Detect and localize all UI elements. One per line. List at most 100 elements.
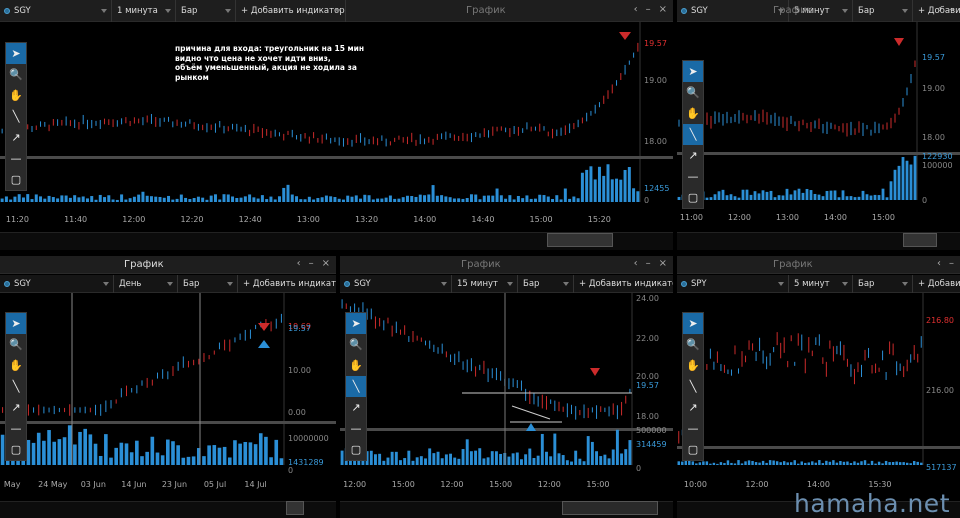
hand-tool-icon[interactable]: ✋ (683, 355, 703, 376)
panel-3-toolbar[interactable]: SGY День Бар + Добавить индикатор (0, 275, 336, 293)
volume-bar (863, 460, 867, 465)
add-indicator-button[interactable]: + Добавить (913, 275, 960, 293)
rectangle-tool-icon[interactable]: ▢ (6, 439, 26, 460)
price-chart[interactable]: 10:00 12:00 14:00 15:30 (677, 293, 960, 518)
arrow-tool-icon[interactable]: ↗ (683, 397, 703, 418)
symbol-selector[interactable]: SGY (0, 0, 112, 22)
timeframe-selector[interactable]: 1 минута (112, 0, 176, 22)
volume-bar (628, 440, 632, 465)
minimize-icon[interactable]: – (949, 258, 954, 269)
back-icon[interactable]: ‹ (634, 258, 638, 269)
horizontal-line-tool-icon[interactable]: — (346, 418, 366, 439)
close-icon[interactable]: × (322, 258, 330, 269)
panel-4-titlebar[interactable]: График ‹ – × (340, 256, 673, 274)
chart-panel-1: SGY 1 минута Бар + Добавить индикатор Гр… (0, 0, 673, 252)
hand-tool-icon[interactable]: ✋ (346, 355, 366, 376)
line-tool-icon[interactable]: ╲ (6, 376, 26, 397)
zoom-tool-icon[interactable]: 🔍 (6, 64, 26, 85)
minimize-icon[interactable]: – (646, 258, 651, 269)
price-chart[interactable]: 11:00 12:00 13:00 14:00 15:00 (677, 22, 960, 252)
pointer-tool-icon[interactable]: ➤ (683, 313, 703, 334)
back-icon[interactable]: ‹ (634, 4, 638, 15)
line-tool-icon[interactable]: ╲ (683, 376, 703, 397)
volume-bar (273, 199, 277, 202)
volume-bar (9, 199, 13, 202)
zoom-tool-icon[interactable]: 🔍 (6, 334, 26, 355)
volume-bar (884, 460, 888, 465)
volume-bar (624, 449, 628, 465)
panel-2-titlebar[interactable]: SGY 5 минут Бар + Добавить График ‹– (677, 0, 960, 22)
minimize-icon[interactable]: – (309, 258, 314, 269)
back-icon[interactable]: ‹ (937, 258, 941, 269)
timeframe-selector[interactable]: День (114, 275, 178, 293)
symbol-selector[interactable]: SGY (0, 275, 114, 293)
minimize-icon[interactable]: – (646, 4, 651, 15)
arrow-tool-icon[interactable]: ↗ (683, 145, 703, 166)
add-indicator-button[interactable]: + Добавить индикатор (238, 275, 336, 293)
symbol-selector[interactable]: SGY (340, 275, 452, 293)
arrow-tool-icon[interactable]: ↗ (6, 397, 26, 418)
minimize-icon[interactable]: – (949, 4, 954, 15)
chart-type-selector[interactable]: Бар (178, 275, 238, 293)
chart-type-selector[interactable]: Бар (853, 0, 913, 22)
chart-type-selector[interactable]: Бар (176, 0, 236, 22)
hand-tool-icon[interactable]: ✋ (6, 85, 26, 106)
horizontal-line-tool-icon[interactable]: — (683, 166, 703, 187)
close-icon[interactable]: × (659, 258, 667, 269)
panel-1-titlebar[interactable]: SGY 1 минута Бар + Добавить индикатор Гр… (0, 0, 673, 22)
line-tool-icon[interactable]: ╲ (346, 376, 366, 397)
symbol-selector[interactable]: SPY (677, 275, 789, 293)
navigator-strip[interactable] (0, 232, 673, 250)
zoom-tool-icon[interactable]: 🔍 (683, 82, 703, 103)
back-icon[interactable]: ‹ (297, 258, 301, 269)
navigator-window[interactable] (903, 233, 937, 247)
pane-divider (0, 421, 336, 424)
hand-tool-icon[interactable]: ✋ (6, 355, 26, 376)
pointer-tool-icon[interactable]: ➤ (683, 61, 703, 82)
line-tool-icon[interactable]: ╲ (6, 106, 26, 127)
horizontal-line-tool-icon[interactable]: — (683, 418, 703, 439)
timeframe-selector[interactable]: 5 минут (789, 275, 853, 293)
chart-type-selector[interactable]: Бар (518, 275, 574, 293)
add-indicator-button[interactable]: + Добавить индикатор (236, 0, 346, 22)
close-icon[interactable]: × (659, 4, 667, 15)
rectangle-tool-icon[interactable]: ▢ (683, 187, 703, 208)
time-axis-label: 12:40 (239, 215, 262, 224)
back-icon[interactable]: ‹ (937, 4, 941, 15)
panel-5-toolbar[interactable]: SPY 5 минут Бар + Добавить (677, 275, 960, 293)
arrow-tool-icon[interactable]: ↗ (346, 397, 366, 418)
volume-bar (277, 196, 281, 202)
line-tool-icon[interactable]: ╲ (683, 124, 703, 145)
volume-bar (452, 198, 456, 202)
price-chart[interactable]: 12:00 15:00 12:00 15:00 12:00 15:00 (340, 293, 673, 518)
navigator-window[interactable] (562, 501, 658, 515)
rectangle-tool-icon[interactable]: ▢ (6, 169, 26, 190)
price-chart[interactable]: May 24 May 03 Jun 14 Jun 23 Jun 05 Jul 14 Jul (0, 293, 336, 518)
volume-bar (902, 462, 905, 465)
navigator-window[interactable] (547, 233, 613, 247)
panel-5-titlebar[interactable]: График ‹ – (677, 256, 960, 274)
pointer-tool-icon[interactable]: ➤ (6, 313, 26, 334)
zoom-tool-icon[interactable]: 🔍 (683, 334, 703, 355)
volume-bar (916, 461, 919, 465)
panel-3-titlebar[interactable]: График ‹ – × (0, 256, 336, 274)
timeframe-selector[interactable]: 15 минут (452, 275, 518, 293)
rectangle-tool-icon[interactable]: ▢ (683, 439, 703, 460)
pointer-tool-icon[interactable]: ➤ (346, 313, 366, 334)
navigator-strip[interactable] (0, 501, 336, 518)
navigator-strip[interactable] (677, 232, 960, 250)
add-indicator-label: + Добавить индикатор (579, 279, 673, 289)
rectangle-tool-icon[interactable]: ▢ (346, 439, 366, 460)
hand-tool-icon[interactable]: ✋ (683, 103, 703, 124)
horizontal-line-tool-icon[interactable]: — (6, 418, 26, 439)
horizontal-line-tool-icon[interactable]: — (6, 148, 26, 169)
add-indicator-button[interactable]: + Добавить индикатор (574, 275, 673, 293)
panel-4-toolbar[interactable]: SGY 15 минут Бар + Добавить индикатор (340, 275, 673, 293)
arrow-tool-icon[interactable]: ↗ (6, 127, 26, 148)
time-axis-label: 12:00 (122, 215, 145, 224)
pointer-tool-icon[interactable]: ➤ (6, 43, 26, 64)
navigator-strip[interactable] (340, 501, 673, 518)
chart-type-selector[interactable]: Бар (853, 275, 913, 293)
zoom-tool-icon[interactable]: 🔍 (346, 334, 366, 355)
navigator-window[interactable] (286, 501, 304, 515)
